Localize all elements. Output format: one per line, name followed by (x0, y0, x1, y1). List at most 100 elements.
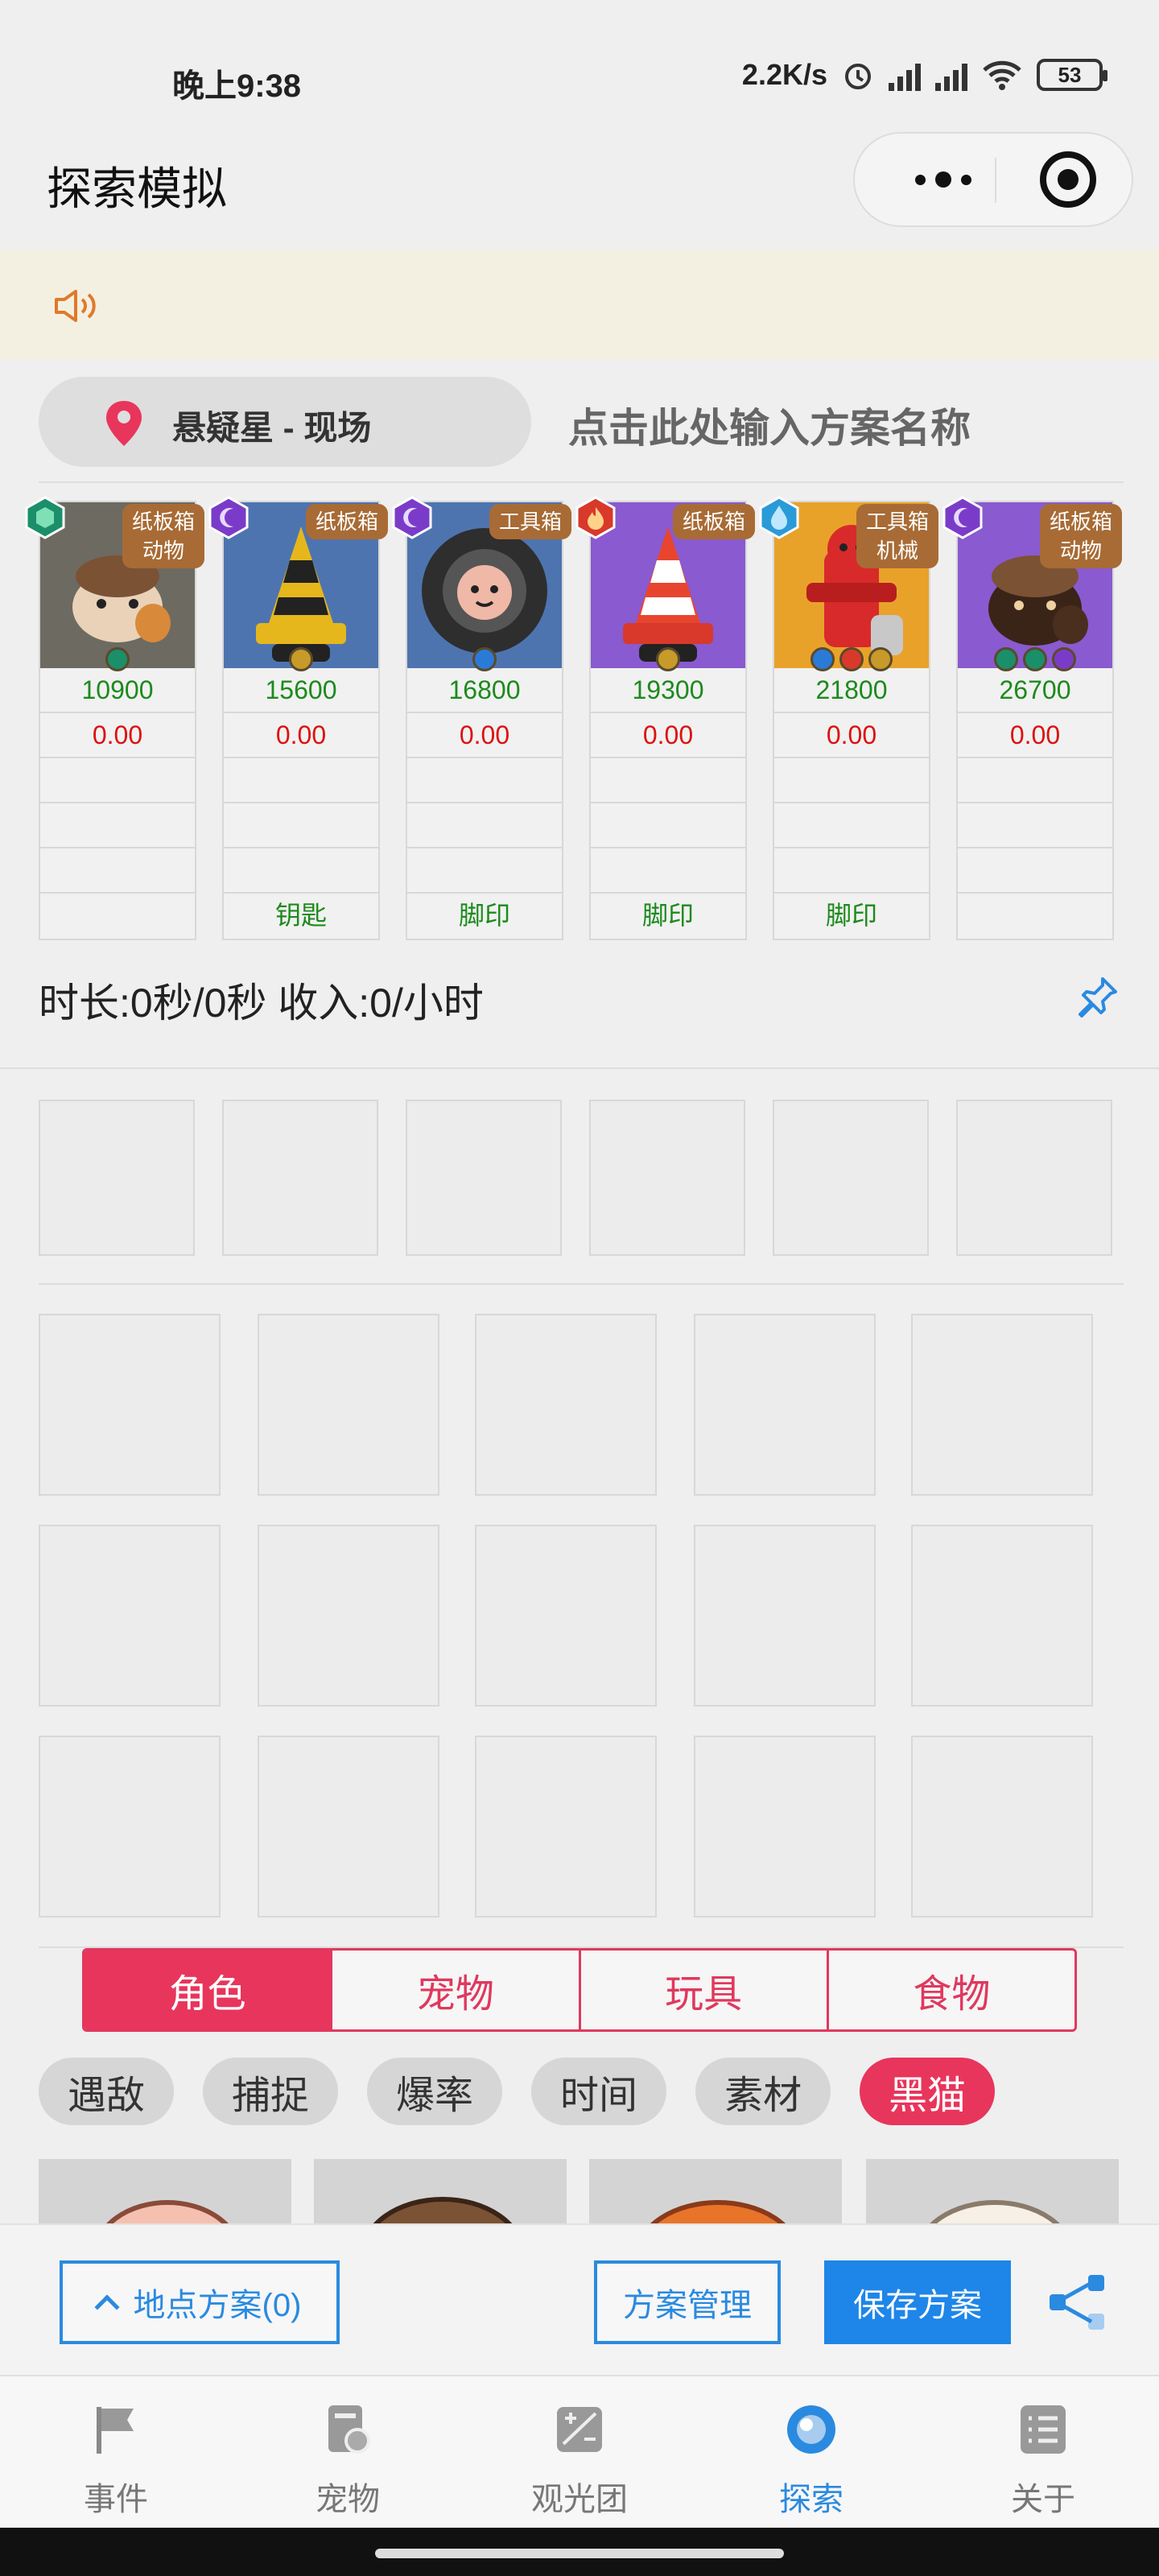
list-icon (1021, 2405, 1066, 2454)
chip-drop-rate[interactable]: 爆率 (367, 2058, 503, 2125)
location-selector[interactable]: 悬疑星 - 现场 (39, 377, 531, 467)
tab-toy[interactable]: 玩具 (578, 1951, 827, 2029)
location-pin-icon (106, 401, 142, 446)
enemy-empty-cell (774, 847, 929, 890)
chip-material[interactable]: 素材 (695, 2058, 831, 2125)
divider (39, 1283, 1124, 1285)
location-plans-button[interactable]: 地点方案(0) (60, 2260, 340, 2344)
item-slot[interactable] (258, 1525, 439, 1707)
enemy-hp: 10900 (81, 675, 154, 704)
team-slot[interactable] (773, 1100, 929, 1256)
enemy-hp: 26700 (999, 675, 1071, 704)
team-slot[interactable] (589, 1100, 745, 1256)
enemy-drop (958, 892, 1112, 935)
net-speed: 2.2K/s (741, 58, 827, 91)
enemy-hp: 16800 (448, 675, 521, 704)
chip-capture[interactable]: 捕捉 (203, 2058, 339, 2125)
chip-time[interactable]: 时间 (531, 2058, 667, 2125)
page-title: 探索模拟 (47, 163, 227, 214)
enemy-drop: 脚印 (591, 892, 745, 935)
enemy-empty-cell (591, 847, 745, 890)
alarm-icon (845, 64, 871, 89)
enemy-empty-cell (774, 757, 929, 800)
enemy-empty-cell (774, 802, 929, 845)
item-slot[interactable] (694, 1314, 876, 1496)
speaker-icon (55, 290, 96, 322)
share-icon[interactable] (1046, 2270, 1111, 2334)
more-icon[interactable] (895, 134, 992, 225)
tab-bar: 事件 宠物 观光团 探索 关于 (0, 2375, 1159, 2528)
pin-icon[interactable] (1075, 974, 1120, 1019)
enemy-value: 0.00 (774, 712, 929, 755)
enemy-value: 0.00 (958, 712, 1112, 755)
enemy-empty-cell (40, 847, 195, 890)
tab-label: 事件 (84, 2482, 148, 2517)
enemy-card[interactable]: 纸板箱 15600 0.00 钥匙 (208, 496, 388, 940)
flag-icon (97, 2407, 134, 2454)
category-tabs: 角色 宠物 玩具 食物 (82, 1948, 1077, 2032)
tab-label: 探索 (779, 2482, 843, 2517)
tab-food[interactable]: 食物 (826, 1951, 1074, 2029)
element-dark-icon (942, 496, 983, 539)
tab-pets[interactable]: 宠物 (232, 2376, 464, 2529)
item-slot[interactable] (911, 1525, 1093, 1707)
enemy-empty-cell (591, 802, 745, 845)
item-slot[interactable] (475, 1314, 657, 1496)
tab-about[interactable]: 关于 (927, 2376, 1159, 2529)
plan-manage-button[interactable]: 方案管理 (594, 2260, 781, 2344)
enemy-tag: 纸板箱 (305, 504, 388, 539)
enemy-list: 纸板箱 动物 10900 0.00 纸板箱 15600 0.00 钥匙 工具箱 1… (25, 496, 1133, 940)
chevron-up-icon (93, 2294, 120, 2320)
explore-stats: 时长:0秒/0秒 收入:0/小时 (39, 980, 484, 1026)
item-slot[interactable] (911, 1736, 1093, 1918)
signal-icon-2 (935, 59, 967, 91)
filter-chips: 遇敌 捕捉 爆率 时间 素材 黑猫 (39, 2058, 996, 2125)
item-slot[interactable] (475, 1736, 657, 1918)
team-slot[interactable] (39, 1100, 195, 1256)
item-slot[interactable] (475, 1525, 657, 1707)
status-time: 晚上9:38 (172, 68, 302, 104)
team-slot[interactable] (406, 1100, 562, 1256)
save-plan-button[interactable]: 保存方案 (824, 2260, 1011, 2344)
enemy-empty-cell (407, 802, 562, 845)
battery-icon: 53 (1037, 59, 1107, 91)
element-water-icon (759, 496, 799, 539)
item-slot[interactable] (39, 1314, 221, 1496)
tab-events[interactable]: 事件 (0, 2376, 232, 2529)
item-slot[interactable] (911, 1314, 1093, 1496)
item-slot[interactable] (258, 1314, 439, 1496)
mini-program-capsule (853, 132, 1133, 227)
enemy-card[interactable]: 工具箱 机械 21800 0.00 脚印 (759, 496, 938, 940)
enemy-card[interactable]: 纸板箱 动物 26700 0.00 (942, 496, 1122, 940)
item-slot[interactable] (39, 1525, 221, 1707)
calculator-icon (557, 2407, 602, 2452)
chip-encounter[interactable]: 遇敌 (39, 2058, 175, 2125)
tab-pet[interactable]: 宠物 (330, 1951, 579, 2029)
enemy-value: 0.00 (591, 712, 745, 755)
plan-name-input[interactable]: 点击此处输入方案名称 (568, 396, 971, 454)
enemy-card[interactable]: 工具箱 16800 0.00 脚印 (392, 496, 571, 940)
tab-role[interactable]: 角色 (85, 1951, 331, 2029)
location-name: 悬疑星 - 现场 (172, 409, 372, 447)
close-target-icon[interactable] (1040, 151, 1096, 208)
enemy-card[interactable]: 纸板箱 动物 10900 0.00 (25, 496, 204, 940)
divider (0, 1067, 1159, 1069)
tab-tour[interactable]: 观光团 (464, 2376, 695, 2529)
tab-explore[interactable]: 探索 (695, 2376, 927, 2529)
item-slot[interactable] (694, 1525, 876, 1707)
chip-black-cat[interactable]: 黑猫 (860, 2058, 996, 2125)
item-slot[interactable] (694, 1736, 876, 1918)
team-slot[interactable] (956, 1100, 1112, 1256)
item-slot[interactable] (39, 1736, 221, 1918)
team-slot[interactable] (222, 1100, 378, 1256)
location-plans-label: 地点方案(0) (133, 2288, 302, 2323)
action-bar: 地点方案(0) 方案管理 保存方案 (0, 2223, 1159, 2375)
item-slot[interactable] (258, 1736, 439, 1918)
wifi-icon (983, 60, 1021, 90)
capsule-divider (995, 158, 996, 203)
signal-icon (889, 59, 921, 91)
element-fire-icon (575, 496, 616, 539)
enemy-drop: 脚印 (774, 892, 929, 935)
enemy-empty-cell (591, 757, 745, 800)
enemy-card[interactable]: 纸板箱 19300 0.00 脚印 (575, 496, 755, 940)
